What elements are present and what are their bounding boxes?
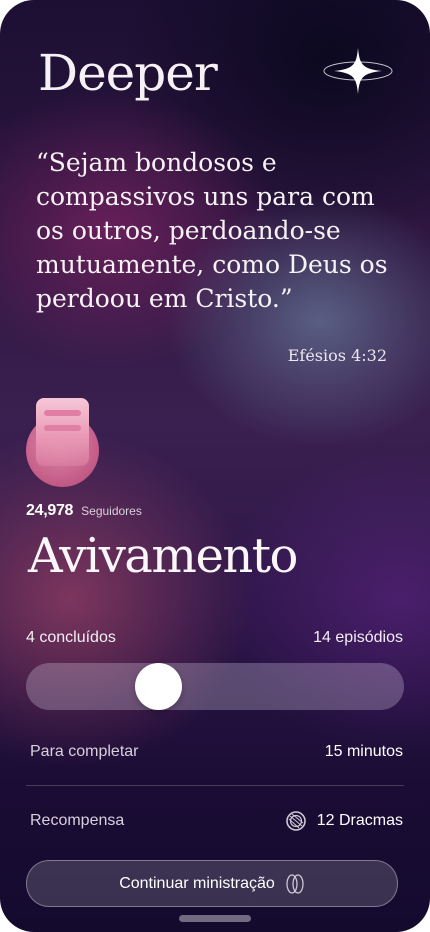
rings-icon	[286, 873, 304, 894]
slider-thumb[interactable]	[135, 663, 182, 710]
followers: 24,978 Seguidores	[26, 502, 142, 520]
series-cover[interactable]	[26, 398, 100, 488]
cover-line	[44, 410, 81, 416]
completed-count: 4 concluídos	[26, 629, 116, 646]
divider	[26, 785, 404, 786]
time-row: Para completar 15 minutos	[30, 743, 403, 761]
app-screen: Deeper “Sejam bondosos e compassivos uns…	[0, 0, 430, 932]
coin-icon	[285, 811, 306, 831]
continue-button[interactable]: Continuar ministração	[26, 860, 398, 907]
progress-slider[interactable]	[26, 663, 404, 710]
time-label: Para completar	[30, 743, 139, 760]
episodes-count: 14 episódios	[313, 629, 403, 646]
time-value: 15 minutos	[324, 743, 403, 760]
reward-label: Recompensa	[30, 812, 125, 829]
reward-value: 12 Dracmas	[316, 812, 403, 829]
cover-card	[36, 398, 89, 466]
verse-quote: “Sejam bondosos e compassivos uns para c…	[36, 148, 388, 313]
continue-button-label: Continuar ministração	[119, 874, 275, 892]
home-indicator[interactable]	[179, 915, 251, 922]
verse-reference: Efésios 4:32	[287, 346, 387, 365]
series-title: Avivamento	[28, 528, 298, 584]
progress-summary: 4 concluídos 14 episódios	[26, 629, 403, 647]
reward-value-group: 12 Dracmas	[285, 810, 403, 832]
sparkle-icon[interactable]	[322, 48, 394, 94]
followers-count: 24,978	[26, 502, 74, 519]
app-title: Deeper	[38, 44, 218, 102]
reward-row: Recompensa 12 Dracmas	[30, 810, 403, 832]
followers-label: Seguidores	[81, 504, 142, 518]
cover-line	[44, 425, 81, 431]
